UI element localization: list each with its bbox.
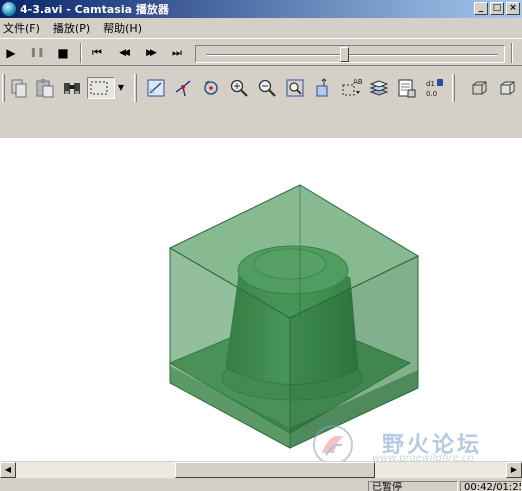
- menu-file[interactable]: 文件(F): [3, 20, 40, 36]
- reorient-icon[interactable]: [312, 77, 334, 99]
- zoom-in-icon[interactable]: [228, 77, 250, 99]
- forum-watermark: 野火论坛 www.proewildfire.cn: [310, 423, 522, 461]
- selection-box-icon[interactable]: [87, 77, 115, 99]
- view-manager-icon[interactable]: AB: [340, 77, 362, 99]
- svg-text:AB: AB: [353, 78, 362, 86]
- playback-time: 00:42/01:25: [460, 481, 522, 491]
- title-bar: 4-3.avi - Camtasia 播放器 _ □ ×: [0, 0, 522, 18]
- refit-icon[interactable]: [284, 77, 306, 99]
- rewind-button[interactable]: ◀◀: [113, 43, 133, 63]
- parameters-icon[interactable]: d1 0.0: [424, 77, 446, 99]
- shaded-icon[interactable]: [496, 77, 518, 99]
- fast-forward-button[interactable]: ▶▶: [140, 43, 160, 63]
- paste-icon[interactable]: [34, 77, 56, 99]
- copy-icon[interactable]: [8, 77, 30, 99]
- play-button[interactable]: ▶: [1, 43, 21, 63]
- stop-button[interactable]: ■: [53, 43, 73, 63]
- model-setup-icon[interactable]: [396, 77, 418, 99]
- go-to-end-button[interactable]: ⏭: [167, 43, 187, 63]
- minimize-button[interactable]: _: [474, 2, 488, 15]
- status-bar: 已暂停 00:42/01:25: [0, 479, 522, 491]
- video-viewport[interactable]: 野火论坛 www.proewildfire.cn: [0, 138, 522, 461]
- horizontal-scrollbar[interactable]: ◀ ▶: [0, 462, 522, 478]
- binoculars-icon[interactable]: [61, 77, 83, 99]
- player-controls: ▶ ❚❚ ■ ⏮ ◀◀ ▶▶ ⏭: [0, 38, 522, 66]
- view-sketch-icon[interactable]: [145, 77, 167, 99]
- seek-track: [206, 54, 498, 56]
- mold-model-render: [168, 184, 420, 449]
- seek-thumb[interactable]: [340, 47, 349, 62]
- toolbar-separator: [134, 74, 137, 102]
- chevron-down-icon[interactable]: ▼: [116, 77, 126, 99]
- hidden-line-icon[interactable]: [468, 77, 490, 99]
- camtasia-app-icon: [2, 2, 16, 16]
- watermark-url: www.proewildfire.cn: [372, 453, 474, 461]
- pause-button[interactable]: ❚❚: [27, 43, 47, 63]
- toolbar-grip: [2, 74, 5, 102]
- scroll-thumb[interactable]: [175, 462, 375, 478]
- maximize-button[interactable]: □: [490, 2, 504, 15]
- separator: [80, 43, 82, 63]
- menu-bar: 文件(F) 播放(P) 帮助(H): [0, 19, 522, 37]
- go-to-start-button[interactable]: ⏮: [87, 43, 107, 63]
- datum-point-icon[interactable]: [172, 77, 194, 99]
- layers-icon[interactable]: [368, 77, 390, 99]
- toolbar: ▼ AB d1 0.0: [0, 68, 522, 108]
- watermark-logo-icon: [313, 425, 353, 461]
- spin-center-icon[interactable]: [200, 77, 222, 99]
- scroll-right-button[interactable]: ▶: [506, 462, 522, 478]
- seek-slider[interactable]: [195, 45, 505, 63]
- scroll-left-button[interactable]: ◀: [0, 462, 16, 478]
- close-button[interactable]: ×: [506, 2, 520, 15]
- separator: [511, 43, 513, 63]
- svg-text:d1: d1: [426, 80, 435, 88]
- svg-text:0.0: 0.0: [426, 90, 437, 98]
- zoom-out-icon[interactable]: [256, 77, 278, 99]
- menu-help[interactable]: 帮助(H): [103, 20, 142, 36]
- menu-play[interactable]: 播放(P): [53, 20, 90, 36]
- window-title: 4-3.avi - Camtasia 播放器: [20, 3, 169, 16]
- playback-state: 已暂停: [368, 481, 458, 491]
- toolbar-separator: [452, 74, 455, 102]
